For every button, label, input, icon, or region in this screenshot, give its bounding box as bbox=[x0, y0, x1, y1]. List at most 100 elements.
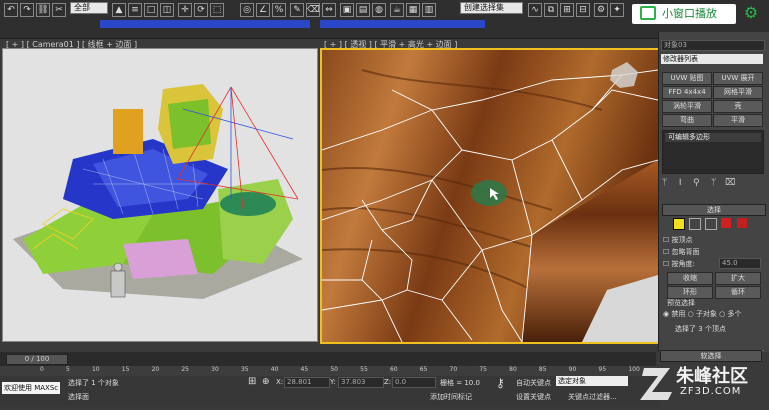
track-bar[interactable]: 0 5 10 15 20 25 30 35 40 45 50 55 60 65 70 75 80 85 90 95 10… bbox=[0, 366, 656, 376]
timeline-tick: 65 bbox=[419, 366, 428, 373]
render-frame-icon[interactable]: ▤ bbox=[356, 3, 370, 17]
angle-snap-icon[interactable]: % bbox=[272, 3, 286, 17]
timeline-tick: 30 bbox=[211, 366, 219, 373]
grid-icon[interactable]: ▦ bbox=[406, 3, 420, 17]
edit-named-sel-icon[interactable]: ⌫ bbox=[306, 3, 320, 17]
modifier-stack[interactable]: 可编辑多边形 bbox=[662, 130, 764, 174]
align-icon[interactable]: ⊞ bbox=[560, 3, 574, 17]
scale-icon[interactable]: ⬚ bbox=[210, 3, 224, 17]
time-slider[interactable]: 0 / 100 bbox=[0, 352, 656, 366]
selection-status: 选择了 1 个对象 bbox=[68, 379, 119, 387]
window-cross-icon[interactable]: ◫ bbox=[160, 3, 174, 17]
timeline-tick: 85 bbox=[538, 366, 547, 373]
key-icon[interactable]: ⚷ bbox=[496, 376, 505, 390]
timeline-tick: 70 bbox=[449, 366, 458, 373]
select-icon[interactable]: ▲ bbox=[112, 3, 126, 17]
redo-icon[interactable]: ↷ bbox=[20, 3, 34, 17]
border-subobject-icon[interactable] bbox=[705, 218, 717, 230]
angle-input[interactable]: 45.0 bbox=[719, 258, 761, 269]
by-vertex-label: 按顶点 bbox=[671, 236, 693, 244]
x-coordinate-field[interactable]: 28.801 bbox=[284, 377, 330, 388]
lock-icon[interactable]: ⊞ bbox=[248, 376, 256, 387]
timeline-tick: 35 bbox=[240, 366, 249, 373]
turbo-smooth-button[interactable]: 涡轮平滑 bbox=[662, 100, 712, 113]
polygon-subobject-icon[interactable] bbox=[721, 218, 731, 228]
select-by-name-icon[interactable]: ≡ bbox=[128, 3, 142, 17]
tv-icon bbox=[640, 6, 656, 20]
layer-icon[interactable]: ▥ bbox=[422, 3, 436, 17]
key-mode-dropdown[interactable]: 选定对象 bbox=[556, 376, 628, 386]
gear-icon[interactable]: ⚙ bbox=[742, 4, 760, 22]
grow-button[interactable]: 扩大 bbox=[715, 272, 761, 285]
flatten-button[interactable]: 平滑 bbox=[713, 114, 763, 127]
bend-button[interactable]: 弯曲 bbox=[662, 114, 712, 127]
quick-render-icon[interactable]: ✦ bbox=[610, 3, 624, 17]
select-rollout-header[interactable]: 选择 bbox=[662, 204, 766, 216]
preview-radio-group[interactable]: ◉ 禁用 ○ 子对象 ○ 多个 bbox=[663, 309, 741, 319]
modifier-list-dropdown[interactable]: 修改器列表 bbox=[661, 54, 763, 64]
layer-manager-icon[interactable]: ⊟ bbox=[576, 3, 590, 17]
shrink-button[interactable]: 收缩 bbox=[667, 272, 713, 285]
command-panel: 对象03 修改器列表 UVW 贴图 UVW 展开 FFD 4x4x4 网格平滑 … bbox=[658, 32, 769, 352]
prompt-line: 选择面 bbox=[68, 393, 89, 401]
z-coordinate-field[interactable]: 0.0 bbox=[392, 377, 436, 388]
transform-mode-icon[interactable]: ⊕ bbox=[262, 377, 270, 387]
stack-item-editable-poly[interactable]: 可编辑多边形 bbox=[665, 133, 761, 142]
frame-counter[interactable]: 0 / 100 bbox=[6, 354, 68, 365]
camera-viewport[interactable] bbox=[2, 48, 318, 342]
mini-window-play-button[interactable]: 小窗口播放 bbox=[632, 4, 736, 24]
ffd-button[interactable]: FFD 4x4x4 bbox=[662, 86, 712, 99]
mesh-smooth-button[interactable]: 网格平滑 bbox=[713, 86, 763, 99]
snap-icon[interactable]: ∠ bbox=[256, 3, 270, 17]
named-selection-dropdown[interactable]: 创建选择集 bbox=[460, 2, 523, 14]
perspective-viewport[interactable] bbox=[320, 48, 660, 344]
spinner-snap-icon[interactable]: ✎ bbox=[290, 3, 304, 17]
add-time-tag[interactable]: 添加时间标记 bbox=[430, 392, 472, 402]
mirror-icon[interactable]: ⇔ bbox=[322, 3, 336, 17]
maxscript-listener[interactable]: 欢迎使用 MAXSc bbox=[2, 382, 60, 394]
render-icon[interactable]: ☕ bbox=[390, 3, 404, 17]
ignore-backfacing-label: 忽略背面 bbox=[671, 248, 700, 256]
undo-icon[interactable]: ↶ bbox=[4, 3, 18, 17]
y-label: Y: bbox=[330, 378, 336, 386]
by-angle-checkbox[interactable]: ☐ 按角度: bbox=[663, 259, 695, 269]
status-bar: 欢迎使用 MAXSc 选择了 1 个对象 选择面 ⊞ ⊕ X: 28.801 Y… bbox=[0, 376, 660, 407]
uvw-unwrap-button[interactable]: UVW 展开 bbox=[713, 72, 763, 85]
timeline-tick: 90 bbox=[568, 366, 577, 373]
teapot-icon[interactable]: ⚙ bbox=[594, 3, 608, 17]
zf3d-watermark: 朱峰社区 ZF3D.COM bbox=[640, 358, 769, 407]
loop-button[interactable]: 循环 bbox=[715, 286, 761, 299]
timeline-tick: 50 bbox=[330, 366, 338, 373]
preview-selection-label: 预览选择 bbox=[667, 299, 695, 307]
by-vertex-checkbox[interactable]: ☐ 按顶点 bbox=[663, 235, 693, 245]
rect-select-icon[interactable]: □ bbox=[144, 3, 158, 17]
edge-subobject-icon[interactable] bbox=[689, 218, 701, 230]
y-coordinate-field[interactable]: 37.803 bbox=[338, 377, 384, 388]
material-editor-icon[interactable]: ◍ bbox=[372, 3, 386, 17]
schematic-icon[interactable]: ⧉ bbox=[544, 3, 558, 17]
render-setup-icon[interactable]: ▣ bbox=[340, 3, 354, 17]
stack-tool-icons[interactable]: ᛘ I ⚲ ᛘ ⌧ bbox=[662, 178, 764, 188]
shell-button[interactable]: 壳 bbox=[713, 100, 763, 113]
timeline-tick: 15 bbox=[121, 366, 130, 373]
vertex-subobject-icon[interactable] bbox=[673, 218, 685, 230]
rotate-icon[interactable]: ⟳ bbox=[194, 3, 208, 17]
key-filters-button[interactable]: 关键点过滤器... bbox=[568, 392, 617, 402]
move-icon[interactable]: ✛ bbox=[178, 3, 192, 17]
timeline-tick: 40 bbox=[270, 366, 279, 373]
auto-key-button[interactable]: 自动关键点 bbox=[516, 378, 551, 388]
site-name: 朱峰社区 bbox=[676, 366, 748, 387]
link-icon[interactable]: ⛓ bbox=[36, 3, 50, 17]
graph-editor-icon[interactable]: ∿ bbox=[528, 3, 542, 17]
uvw-map-button[interactable]: UVW 贴图 bbox=[662, 72, 712, 85]
scene-wireframe-render bbox=[3, 49, 317, 341]
ignore-backfacing-checkbox[interactable]: ☐ 忽略背面 bbox=[663, 247, 700, 257]
selection-filter-dropdown[interactable]: 全部 bbox=[70, 2, 108, 14]
unlink-icon[interactable]: ✂ bbox=[52, 3, 66, 17]
timeline-tick: 5 bbox=[65, 366, 70, 373]
set-key-button[interactable]: 设置关键点 bbox=[516, 392, 551, 402]
x-label: X: bbox=[276, 378, 284, 386]
element-subobject-icon[interactable] bbox=[737, 218, 747, 228]
object-name-field[interactable]: 对象03 bbox=[661, 40, 765, 51]
pivot-icon[interactable]: ◎ bbox=[240, 3, 254, 17]
